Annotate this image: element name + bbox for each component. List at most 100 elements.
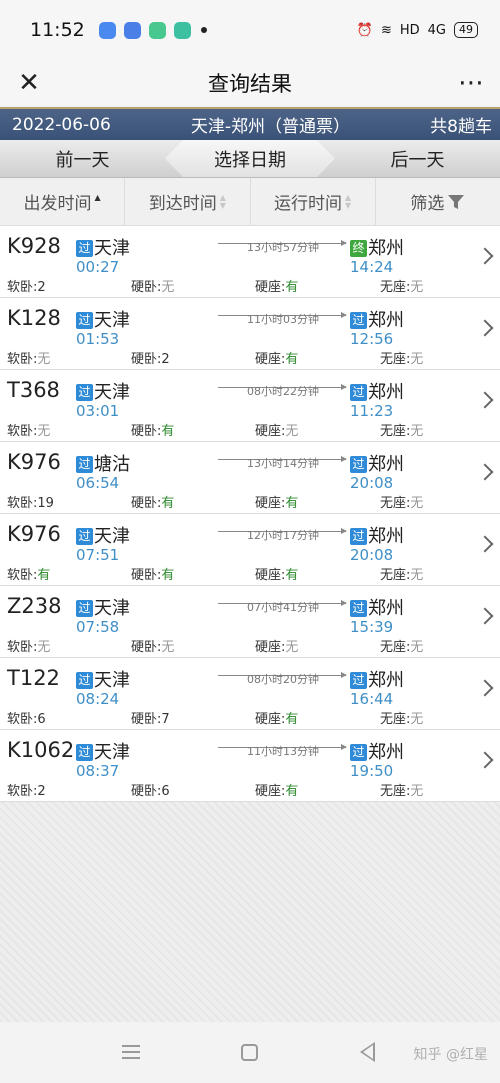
chevron-right-icon[interactable]: [476, 679, 494, 697]
prev-day-button[interactable]: 前一天: [0, 146, 165, 172]
alarm-icon: ⏰: [356, 22, 373, 38]
no-seat: 无座:无: [380, 348, 423, 367]
travel-duration: 07小时41分钟: [247, 601, 319, 614]
departure-station-name: 天津: [94, 382, 130, 403]
hard-sleeper: 硬卧:有: [131, 564, 174, 583]
chevron-right-icon[interactable]: [476, 607, 494, 625]
arrival-station: 过郑州: [350, 450, 404, 476]
pass-tag: 过: [76, 384, 93, 401]
back-icon[interactable]: [360, 1042, 375, 1062]
hard-seat: 硬座:无: [255, 420, 298, 439]
soft-sleeper: 软卧:6: [7, 708, 46, 727]
train-row[interactable]: K976 过塘沽 06:54 13小时14分钟过郑州 20:08 软卧:19 硬卧:有 硬座:…: [0, 442, 500, 514]
chevron-right-icon[interactable]: [476, 751, 494, 769]
seat-label: 硬座:: [255, 424, 286, 439]
sort-by-arrival[interactable]: 到达时间 ▲ ▼: [125, 178, 251, 225]
departure-station-name: 天津: [94, 526, 130, 547]
train-row[interactable]: Z238 过天津 07:58 07小时41分钟过郑州 15:39 软卧:无 硬卧:无 硬座:无…: [0, 586, 500, 658]
arrival-station: 过郑州: [350, 522, 404, 548]
pass-tag: 过: [350, 672, 367, 689]
chevron-right-icon[interactable]: [476, 391, 494, 409]
chevron-right-icon[interactable]: [476, 535, 494, 553]
hard-sleeper: 硬卧:无: [131, 276, 174, 295]
seat-label: 硬座:: [255, 712, 286, 727]
watermark: 知乎 @红星: [413, 1047, 488, 1063]
seat-availability: 无: [410, 424, 424, 439]
filter-icon: [448, 194, 465, 209]
seat-availability: 无: [285, 640, 299, 655]
pass-tag: 过: [76, 744, 93, 761]
hard-sleeper: 硬卧:有: [131, 420, 174, 439]
sort-by-departure[interactable]: 出发时间 ▲▼: [0, 178, 126, 225]
arrival-station-name: 郑州: [368, 238, 404, 259]
seat-label: 硬座:: [255, 352, 286, 367]
departure-time: 08:37: [76, 762, 120, 780]
hard-seat: 硬座:有: [255, 564, 298, 583]
seat-availability: 无: [410, 496, 424, 511]
arrival-time: 19:50: [350, 762, 394, 780]
soft-sleeper: 软卧:有: [7, 564, 50, 583]
select-date-button[interactable]: 选择日期: [165, 140, 335, 177]
arrival-station-name: 郑州: [368, 598, 404, 619]
hard-seat: 硬座:有: [255, 708, 298, 727]
train-row[interactable]: K976 过天津 07:51 12小时17分钟过郑州 20:08 软卧:有 硬卧:有 硬座:有…: [0, 514, 500, 586]
close-icon[interactable]: ✕: [14, 68, 44, 98]
phone-icon: [173, 21, 191, 39]
arrival-station-name: 郑州: [368, 382, 404, 403]
travel-date: 2022-06-06: [12, 114, 111, 135]
seat-label: 软卧:: [7, 640, 38, 655]
seat-label: 无座:: [380, 640, 411, 655]
next-day-button[interactable]: 后一天: [335, 146, 500, 172]
train-row[interactable]: K128 过天津 01:53 11小时03分钟过郑州 12:56 软卧:无 硬卧:2 硬座:有…: [0, 298, 500, 370]
seat-label: 硬座:: [255, 784, 286, 799]
departure-station: 过塘沽: [76, 450, 130, 476]
train-number: K928: [7, 234, 61, 258]
seat-availability: 无: [37, 424, 51, 439]
hard-seat: 硬座:无: [255, 636, 298, 655]
seat-availability: 无: [410, 712, 424, 727]
seat-availability: 有: [161, 496, 175, 511]
train-row[interactable]: K1062 过天津 08:37 11小时13分钟过郑州 19:50 软卧:2 硬卧:6 硬座:…: [0, 730, 500, 802]
departure-station-name: 天津: [94, 670, 130, 691]
filter-label: 筛选: [410, 194, 445, 214]
departure-station: 过天津: [76, 594, 130, 620]
soft-sleeper: 软卧:无: [7, 636, 50, 655]
seat-availability: 6: [37, 712, 46, 727]
status-indicators: ⏰ ≋ HD 4G 49: [357, 22, 478, 38]
seat-label: 硬卧:: [131, 712, 162, 727]
chevron-right-icon[interactable]: [476, 247, 494, 265]
hard-sleeper: 硬卧:7: [131, 708, 170, 727]
filter-button[interactable]: 筛选: [376, 178, 500, 225]
title-bar: ✕ 查询结果 ⋯: [0, 60, 500, 105]
departure-station: 过天津: [76, 306, 130, 332]
seat-availability: 无: [410, 568, 424, 583]
pass-tag: 过: [350, 384, 367, 401]
chevron-right-icon[interactable]: [476, 463, 494, 481]
train-row[interactable]: T368 过天津 03:01 08小时22分钟过郑州 11:23 软卧:无 硬卧:有 硬座:无…: [0, 370, 500, 442]
battery-icon: 49: [454, 22, 478, 38]
departure-station-name: 天津: [94, 742, 130, 763]
hard-seat: 硬座:有: [255, 276, 298, 295]
pass-tag: 过: [76, 672, 93, 689]
menu-icon[interactable]: [122, 1045, 140, 1059]
train-row[interactable]: K928 过天津 00:27 13小时57分钟终郑州 14:24 软卧:2 硬卧:无 硬座:有…: [0, 226, 500, 298]
home-icon[interactable]: [241, 1044, 258, 1061]
system-nav-bar: 知乎 @红星: [0, 1022, 500, 1083]
terminal-tag: 终: [350, 240, 367, 257]
chevron-right-icon[interactable]: [476, 319, 494, 337]
seat-label: 硬卧:: [131, 568, 162, 583]
sort-asc-icon: ▲▼: [94, 192, 101, 202]
departure-station-name: 塘沽: [94, 454, 130, 475]
arrival-time: 14:24: [350, 258, 394, 276]
no-seat: 无座:无: [380, 492, 423, 511]
arrival-station-name: 郑州: [368, 742, 404, 763]
more-notifications-dot: [200, 27, 207, 33]
seat-label: 硬座:: [255, 640, 286, 655]
arrival-station: 过郑州: [350, 306, 404, 332]
sort-by-duration[interactable]: 运行时间 ▲ ▼: [251, 178, 376, 225]
train-row[interactable]: T122 过天津 08:24 08小时20分钟过郑州 16:44 软卧:6 硬卧:7 硬座:有…: [0, 658, 500, 730]
more-icon[interactable]: ⋯: [456, 68, 486, 98]
seat-label: 硬卧:: [131, 784, 162, 799]
seat-availability: 有: [285, 352, 299, 367]
travel-duration: 11小时03分钟: [247, 313, 319, 326]
